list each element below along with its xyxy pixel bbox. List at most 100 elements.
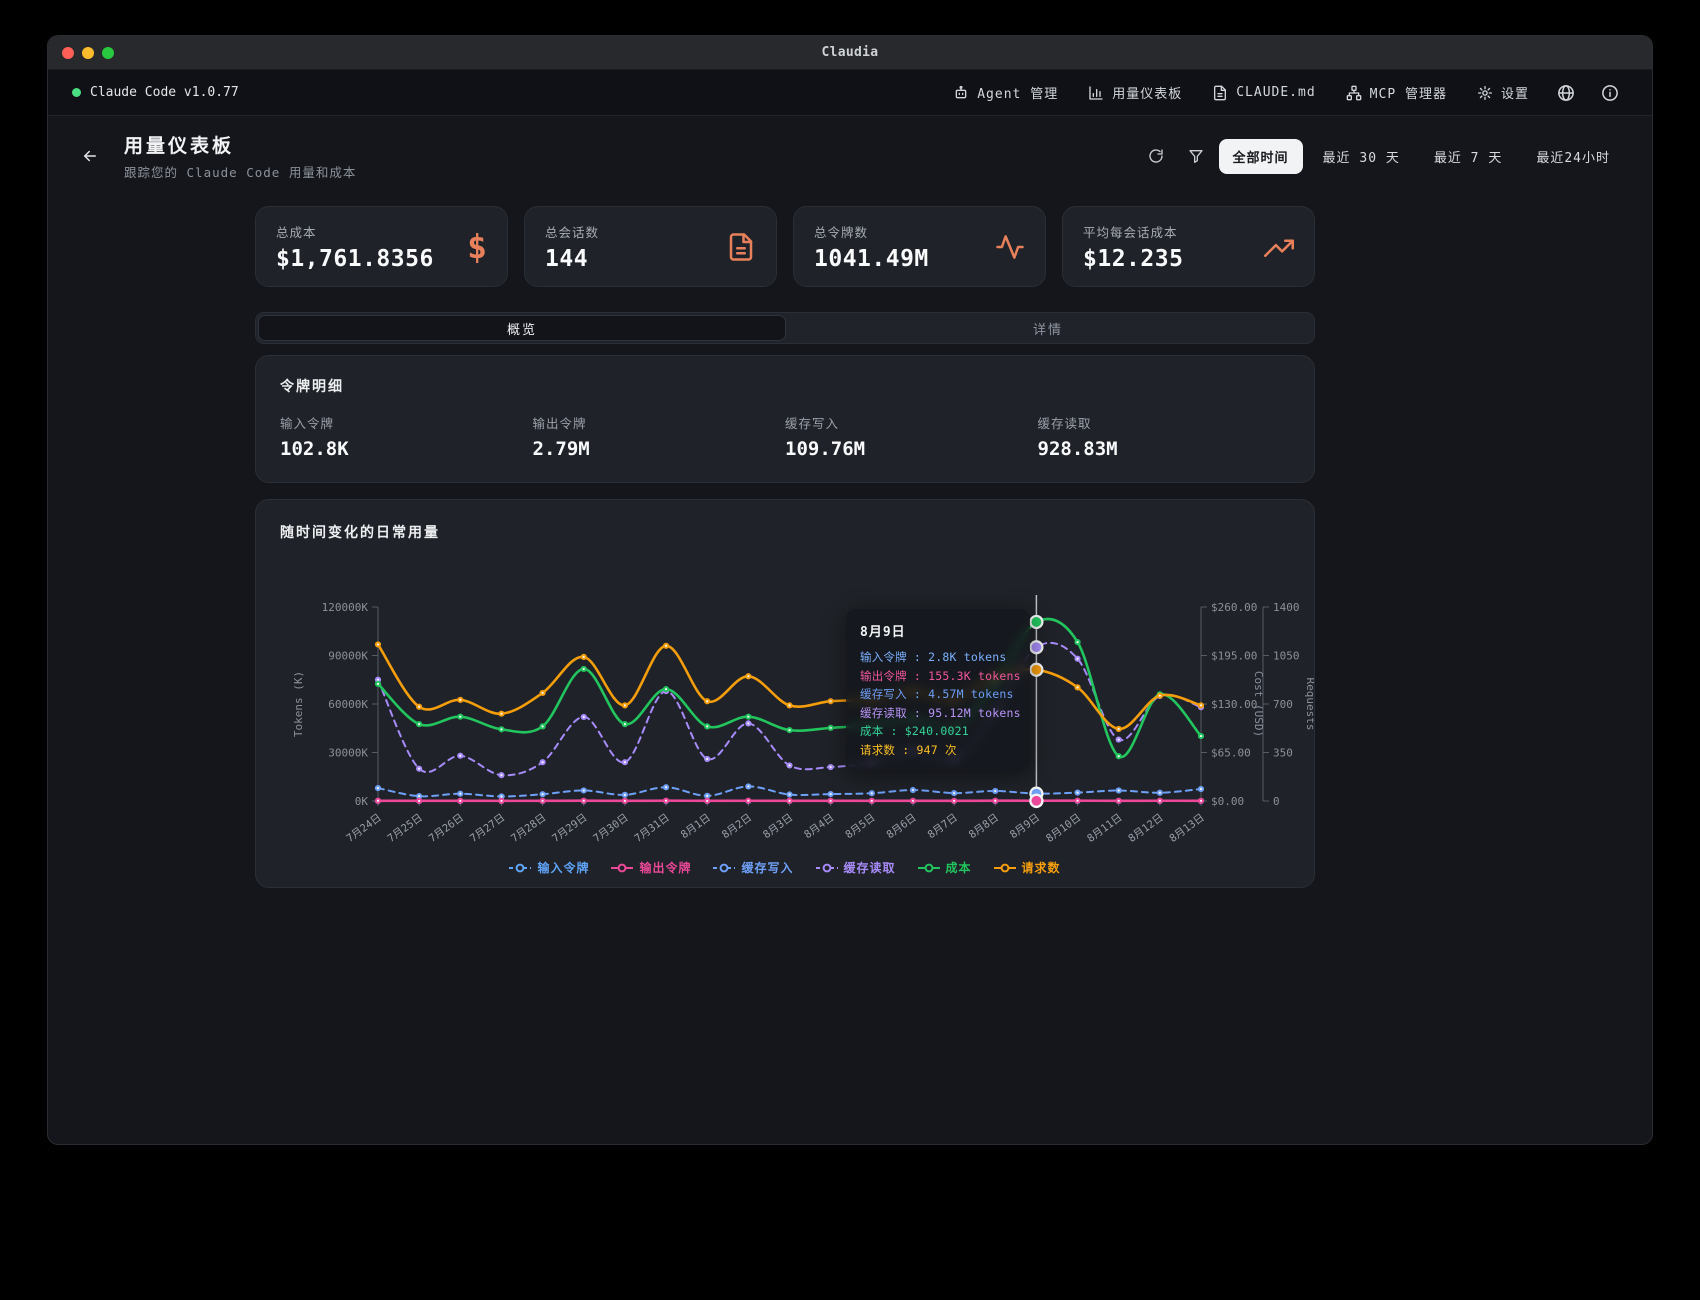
token-value: 928.83M — [1038, 438, 1291, 460]
dollar-icon: $ — [467, 230, 487, 263]
traffic-lights — [62, 36, 114, 70]
tooltip-date: 8月9日 — [860, 621, 1016, 640]
token-label: 输出令牌 — [533, 413, 786, 432]
minimize-button[interactable] — [82, 47, 94, 59]
time-filter-30d[interactable]: 最近 30 天 — [1309, 139, 1414, 174]
nav-claude-md[interactable]: CLAUDE.md — [1201, 78, 1326, 108]
maximize-button[interactable] — [102, 47, 114, 59]
token-label: 输入令牌 — [280, 413, 533, 432]
content: 总成本 $1,761.8356 $ 总会话数 144 总令牌数 1041.49M — [255, 206, 1315, 888]
nav-label: MCP 管理器 — [1370, 83, 1447, 102]
tab-overview[interactable]: 概览 — [259, 316, 785, 340]
legend-item[interactable]: 输出令牌 — [611, 859, 691, 876]
status-dot-icon — [72, 88, 81, 97]
refresh-icon — [1148, 148, 1164, 164]
svg-text:7月30日: 7月30日 — [591, 812, 630, 845]
svg-text:8月2日: 8月2日 — [720, 812, 754, 841]
bar-chart-icon — [1088, 85, 1104, 101]
svg-text:$195.00: $195.00 — [1211, 650, 1257, 663]
tooltip-row: 缓存读取 : 95.12M tokens — [860, 704, 1016, 723]
svg-text:1400: 1400 — [1273, 601, 1300, 614]
svg-text:$0.00: $0.00 — [1211, 795, 1244, 808]
legend-marker-icon — [816, 863, 838, 873]
svg-text:7月27日: 7月27日 — [468, 812, 507, 845]
svg-text:90000K: 90000K — [328, 650, 368, 663]
tabs: 概览 详情 — [255, 312, 1315, 344]
chart-legend: 输入令牌 输出令牌 缓存写入 缓存读取 成本 请求数 — [256, 859, 1314, 876]
close-button[interactable] — [62, 47, 74, 59]
svg-text:$260.00: $260.00 — [1211, 601, 1257, 614]
chart-tooltip: 8月9日 输入令牌 : 2.8K tokens输出令牌 : 155.3K tok… — [846, 609, 1030, 771]
tooltip-row: 输出令牌 : 155.3K tokens — [860, 667, 1016, 686]
svg-text:8月7日: 8月7日 — [926, 812, 960, 841]
arrow-left-icon — [81, 147, 99, 165]
stat-value: 1041.49M — [814, 246, 929, 272]
svg-text:0: 0 — [1273, 795, 1280, 808]
token-value: 2.79M — [533, 438, 786, 460]
appnav: Agent 管理 用量仪表板 CLAUDE.md MCP 管理器 设置 — [942, 76, 1628, 109]
nav-mcp-manager[interactable]: MCP 管理器 — [1335, 76, 1458, 109]
usage-line-chart[interactable]: 0K30000K60000K90000K120000K$0.00$65.00$1… — [256, 500, 1315, 888]
time-filter-7d[interactable]: 最近 7 天 — [1420, 139, 1516, 174]
legend-item[interactable]: 输入令牌 — [509, 859, 589, 876]
page-header: 用量仪表板 跟踪您的 Claude Code 用量和成本 全部时间 最近 30 … — [48, 116, 1652, 194]
chart-title: 随时间变化的日常用量 — [280, 522, 440, 542]
tooltip-row: 请求数 : 947 次 — [860, 741, 1016, 760]
app-version: Claude Code v1.0.77 — [72, 85, 239, 100]
legend-marker-icon — [713, 863, 735, 873]
legend-label: 输入令牌 — [537, 859, 589, 876]
legend-item[interactable]: 缓存读取 — [816, 859, 896, 876]
stat-value: $1,761.8356 — [276, 246, 434, 272]
time-filter-all[interactable]: 全部时间 — [1219, 139, 1303, 174]
legend-item[interactable]: 缓存写入 — [713, 859, 793, 876]
file-text-icon — [726, 232, 756, 262]
nav-usage-dashboard[interactable]: 用量仪表板 — [1077, 76, 1193, 109]
svg-text:7月25日: 7月25日 — [386, 812, 425, 845]
token-item-cache-read: 缓存读取 928.83M — [1038, 413, 1291, 460]
time-filter-24h[interactable]: 最近24小时 — [1522, 139, 1624, 174]
language-button[interactable] — [1548, 77, 1584, 109]
svg-text:Cost (USD): Cost (USD) — [1252, 671, 1265, 737]
svg-text:30000K: 30000K — [328, 747, 368, 760]
page-subtitle: 跟踪您的 Claude Code 用量和成本 — [124, 162, 356, 181]
svg-text:7月31日: 7月31日 — [632, 812, 671, 845]
filter-button[interactable] — [1179, 141, 1213, 171]
app-window: Claudia Claude Code v1.0.77 Agent 管理 用量仪… — [48, 36, 1652, 1144]
svg-text:8月9日: 8月9日 — [1008, 812, 1042, 841]
refresh-button[interactable] — [1139, 141, 1173, 171]
legend-marker-icon — [994, 863, 1016, 873]
svg-text:120000K: 120000K — [322, 601, 369, 614]
file-icon — [1212, 85, 1228, 101]
token-label: 缓存写入 — [785, 413, 1038, 432]
stat-label: 平均每会话成本 — [1083, 222, 1183, 241]
tooltip-row: 缓存写入 : 4.57M tokens — [860, 685, 1016, 704]
svg-text:1050: 1050 — [1273, 650, 1300, 663]
nav-settings[interactable]: 设置 — [1466, 76, 1540, 109]
legend-item[interactable]: 请求数 — [994, 859, 1061, 876]
stat-value: 144 — [545, 246, 599, 272]
info-button[interactable] — [1592, 77, 1628, 109]
page-title: 用量仪表板 — [124, 131, 356, 158]
window-title: Claudia — [822, 45, 879, 60]
daily-usage-chart-card: 随时间变化的日常用量 0K30000K60000K90000K120000K$0… — [255, 499, 1315, 888]
legend-item[interactable]: 成本 — [918, 859, 972, 876]
token-value: 102.8K — [280, 438, 533, 460]
activity-icon — [995, 232, 1025, 262]
token-item-input: 输入令牌 102.8K — [280, 413, 533, 460]
svg-text:7月28日: 7月28日 — [509, 812, 548, 845]
tab-details[interactable]: 详情 — [785, 316, 1311, 340]
token-item-cache-write: 缓存写入 109.76M — [785, 413, 1038, 460]
tooltip-row: 输入令牌 : 2.8K tokens — [860, 648, 1016, 667]
nav-label: 设置 — [1501, 83, 1529, 102]
nav-agent-manager[interactable]: Agent 管理 — [942, 76, 1069, 109]
token-breakdown-card: 令牌明细 输入令牌 102.8K 输出令牌 2.79M 缓存写入 109.76M… — [255, 355, 1315, 483]
token-grid: 输入令牌 102.8K 输出令牌 2.79M 缓存写入 109.76M 缓存读取… — [280, 413, 1290, 460]
svg-text:8月13日: 8月13日 — [1167, 812, 1206, 845]
network-icon — [1346, 85, 1362, 101]
token-value: 109.76M — [785, 438, 1038, 460]
back-button[interactable] — [72, 138, 108, 174]
legend-label: 输出令牌 — [639, 859, 691, 876]
stat-value: $12.235 — [1083, 246, 1183, 272]
token-breakdown-title: 令牌明细 — [280, 376, 1290, 396]
svg-text:7月24日: 7月24日 — [344, 812, 383, 845]
